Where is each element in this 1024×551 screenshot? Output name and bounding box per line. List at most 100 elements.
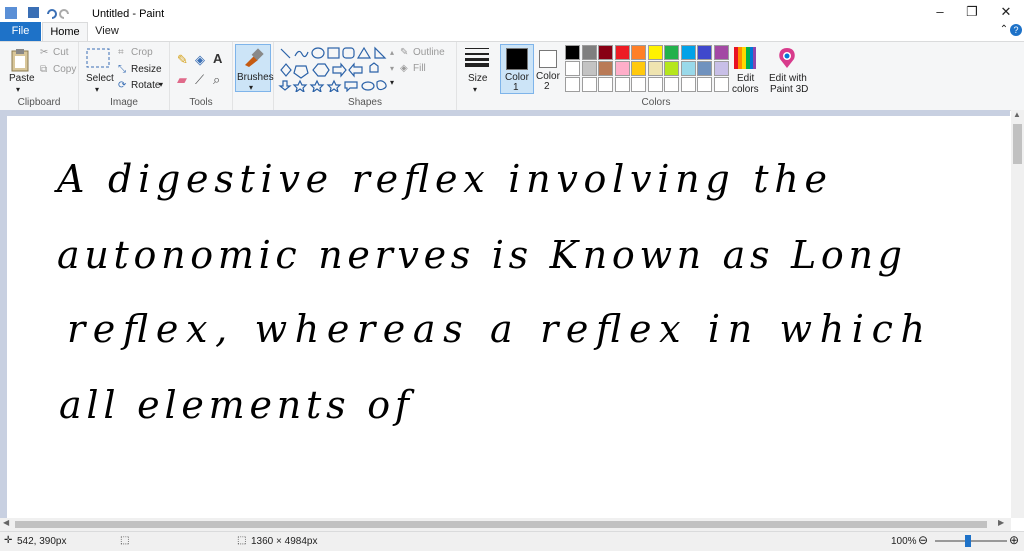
horizontal-scroll-thumb[interactable] bbox=[15, 521, 987, 528]
outline-button[interactable]: Outline bbox=[413, 47, 445, 58]
palette-color-swatch[interactable] bbox=[581, 61, 597, 76]
custom-color-slot[interactable] bbox=[647, 77, 663, 92]
palette-color-swatch[interactable] bbox=[647, 61, 663, 76]
crop-button[interactable]: Crop bbox=[131, 47, 153, 58]
chevron-down-icon[interactable]: ▾ bbox=[95, 85, 99, 94]
clipboard-group: Paste ▾ ✂ Cut ⧉ Copy Clipboard bbox=[0, 42, 79, 110]
handwriting-line-2: autonomic nerves is Known as Long bbox=[57, 233, 902, 277]
tab-view[interactable]: View bbox=[92, 22, 122, 41]
custom-color-slot[interactable] bbox=[565, 77, 580, 92]
custom-color-slot[interactable] bbox=[664, 77, 679, 92]
redo-icon[interactable] bbox=[59, 9, 69, 19]
palette-color-swatch[interactable] bbox=[565, 45, 580, 60]
palette-color-swatch[interactable] bbox=[713, 45, 729, 60]
scroll-left-icon[interactable]: ◀ bbox=[3, 518, 9, 527]
resize-button[interactable]: Resize bbox=[131, 64, 162, 75]
pencil-icon[interactable]: ✎ bbox=[177, 52, 188, 68]
paste-button[interactable]: Paste bbox=[9, 73, 35, 84]
color1-button[interactable]: Color 1 bbox=[500, 44, 534, 94]
palette-color-swatch[interactable] bbox=[598, 61, 613, 76]
colors-label: Colors bbox=[641, 97, 671, 108]
drawing-canvas[interactable]: A digestive reflex involving the autonom… bbox=[7, 116, 1010, 518]
tab-file[interactable]: File bbox=[0, 22, 41, 41]
color2-button[interactable]: Color 2 bbox=[534, 44, 562, 92]
undo-icon[interactable] bbox=[47, 9, 57, 19]
quick-access-toolbar bbox=[5, 7, 69, 19]
eraser-icon[interactable]: ▰ bbox=[177, 72, 187, 88]
palette-color-swatch[interactable] bbox=[697, 61, 712, 76]
maximize-icon[interactable]: ❐ bbox=[962, 4, 982, 22]
palette-color-swatch[interactable] bbox=[581, 45, 597, 60]
edit-colors-icon bbox=[734, 47, 756, 69]
zoom-in-icon[interactable]: ⊕ bbox=[1009, 533, 1019, 547]
custom-color-slot[interactable] bbox=[680, 77, 696, 92]
color1-swatch bbox=[506, 48, 528, 70]
edit-colors-line1: Edit bbox=[737, 73, 755, 84]
palette-color-swatch[interactable] bbox=[664, 61, 679, 76]
shapes-gallery[interactable] bbox=[278, 46, 390, 92]
custom-color-slot[interactable] bbox=[713, 77, 729, 92]
zoom-slider-track[interactable] bbox=[935, 540, 1007, 542]
custom-color-slot[interactable] bbox=[697, 77, 712, 92]
chevron-down-icon[interactable]: ▾ bbox=[159, 80, 163, 89]
ribbon: Paste ▾ ✂ Cut ⧉ Copy Clipboard Select ▾ … bbox=[0, 41, 1024, 111]
palette-color-swatch[interactable] bbox=[631, 45, 646, 60]
shapes-scroll-down-icon[interactable]: ▾ bbox=[390, 64, 394, 73]
shapes-scroll-up-icon[interactable]: ▴ bbox=[390, 48, 394, 57]
scroll-right-icon[interactable]: ▶ bbox=[998, 518, 1004, 527]
chevron-down-icon[interactable]: ▾ bbox=[16, 85, 20, 94]
palette-color-swatch[interactable] bbox=[565, 61, 580, 76]
vertical-scrollbar[interactable]: ▲ bbox=[1011, 110, 1024, 518]
palette-color-swatch[interactable] bbox=[631, 61, 646, 76]
save-icon[interactable] bbox=[28, 7, 39, 18]
size-button[interactable]: Size bbox=[468, 73, 487, 84]
rotate-button[interactable]: Rotate bbox=[131, 80, 160, 91]
tab-home[interactable]: Home bbox=[42, 22, 88, 42]
palette-color-swatch[interactable] bbox=[713, 61, 729, 76]
minimize-icon[interactable]: – bbox=[930, 4, 950, 22]
edit-colors-button[interactable]: Edit colors bbox=[731, 44, 759, 95]
custom-color-slot[interactable] bbox=[598, 77, 613, 92]
fill-bucket-icon[interactable]: ◈ bbox=[195, 52, 205, 68]
select-button[interactable]: Select bbox=[86, 73, 114, 84]
palette-color-swatch[interactable] bbox=[647, 45, 663, 60]
brushes-group: Brushes ▾ bbox=[233, 42, 274, 110]
handwriting-line-3: reflex, whereas a reflex in which bbox=[67, 307, 925, 351]
close-icon[interactable]: ✕ bbox=[996, 4, 1016, 22]
tools-label: Tools bbox=[189, 97, 213, 108]
palette-color-swatch[interactable] bbox=[598, 45, 613, 60]
select-icon bbox=[86, 48, 110, 68]
palette-color-swatch[interactable] bbox=[680, 45, 696, 60]
cut-button[interactable]: Cut bbox=[53, 47, 69, 58]
palette-color-swatch[interactable] bbox=[614, 61, 630, 76]
brushes-label: Brushes bbox=[237, 72, 274, 83]
edit-with-paint3d-button[interactable]: Edit with Paint 3D bbox=[765, 44, 809, 95]
palette-color-swatch[interactable] bbox=[614, 45, 630, 60]
resize-icon: ⤡ bbox=[118, 64, 126, 75]
vertical-scroll-thumb[interactable] bbox=[1013, 124, 1022, 164]
shapes-label: Shapes bbox=[348, 97, 382, 108]
copy-button[interactable]: Copy bbox=[53, 64, 76, 75]
help-icon[interactable]: ? bbox=[1010, 24, 1022, 36]
custom-color-slot[interactable] bbox=[581, 77, 597, 92]
brushes-button[interactable]: Brushes ▾ bbox=[235, 44, 274, 92]
color2-swatch bbox=[539, 50, 557, 68]
color-picker-icon[interactable]: ⟋ bbox=[195, 72, 204, 88]
magnifier-icon[interactable]: ⌕ bbox=[213, 72, 220, 88]
scroll-up-icon[interactable]: ▲ bbox=[1013, 110, 1021, 119]
zoom-out-icon[interactable]: ⊖ bbox=[918, 533, 928, 547]
custom-color-slot[interactable] bbox=[614, 77, 630, 92]
horizontal-scrollbar[interactable]: ◀ ▶ bbox=[0, 518, 1011, 531]
zoom-level: 100% bbox=[891, 536, 917, 547]
chevron-down-icon[interactable]: ▾ bbox=[473, 85, 477, 94]
palette-color-swatch[interactable] bbox=[697, 45, 712, 60]
image-label: Image bbox=[110, 97, 138, 108]
palette-color-swatch[interactable] bbox=[664, 45, 679, 60]
custom-color-slot[interactable] bbox=[631, 77, 646, 92]
brush-icon bbox=[245, 48, 264, 67]
palette-color-swatch[interactable] bbox=[680, 61, 696, 76]
text-tool-icon[interactable]: A bbox=[213, 51, 222, 66]
shapes-expand-icon[interactable]: ▾ bbox=[390, 78, 394, 87]
zoom-slider-thumb[interactable] bbox=[965, 535, 971, 547]
fill-button[interactable]: Fill bbox=[413, 63, 426, 74]
